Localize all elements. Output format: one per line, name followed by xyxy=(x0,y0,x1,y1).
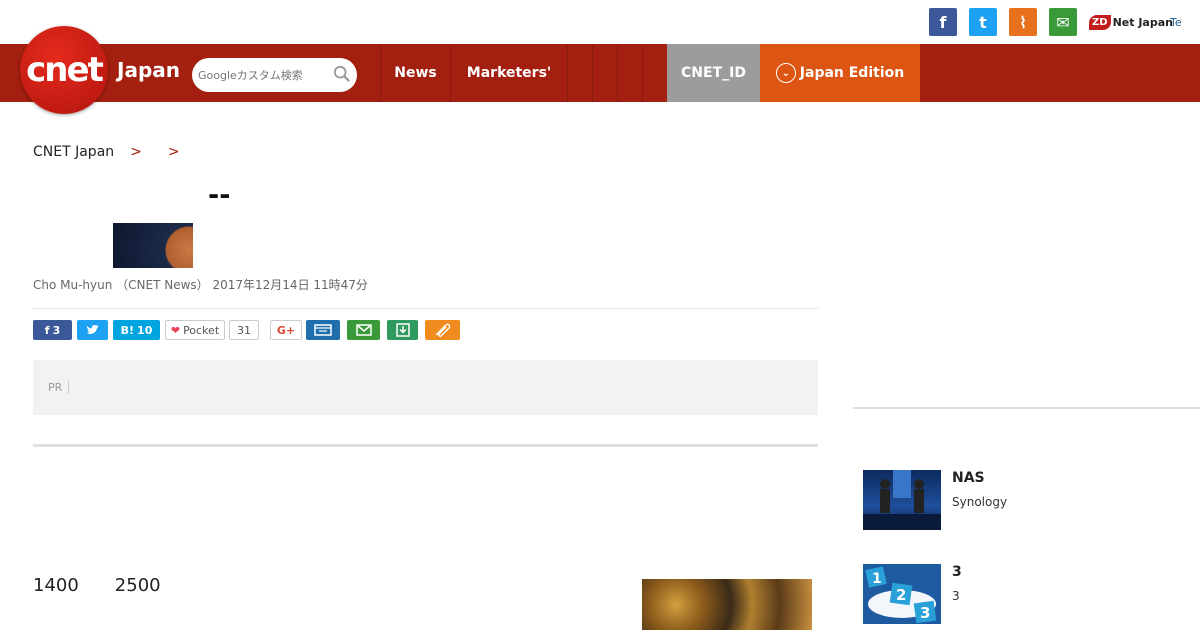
nav-cnet-id[interactable]: CNET_ID xyxy=(667,44,760,102)
paperclip-icon xyxy=(435,323,450,337)
article-image-coins xyxy=(642,579,812,630)
download-button[interactable] xyxy=(387,320,418,340)
sidebar-divider xyxy=(853,407,1200,409)
share-hatena-button[interactable]: B! 10 xyxy=(113,320,160,340)
facebook-icon: f xyxy=(44,323,50,337)
rss-icon[interactable]: ⌇ xyxy=(1009,8,1037,36)
divider xyxy=(33,308,818,309)
cnet-logo[interactable]: cnet xyxy=(20,26,108,114)
print-icon xyxy=(314,324,332,336)
search-box xyxy=(192,58,357,92)
mail-icon xyxy=(355,324,372,336)
search-input[interactable] xyxy=(198,68,328,82)
share-mail-button[interactable] xyxy=(347,320,380,340)
hatena-count: 10 xyxy=(137,323,153,337)
article-divider xyxy=(33,444,818,447)
breadcrumb-separator: > xyxy=(167,144,180,160)
nav-marketers[interactable]: Marketers' xyxy=(450,44,567,102)
article-byline: Cho Mu-hyun （CNET News） 2017年12月14日 11時4… xyxy=(33,278,368,292)
share-facebook-button[interactable]: f 3 xyxy=(33,320,72,340)
top-utility-bar: f t ⌇ ✉ ZD Net Japan Te xyxy=(0,0,1200,44)
mail-icon[interactable]: ✉ xyxy=(1049,8,1077,36)
clip-button[interactable] xyxy=(425,320,460,340)
twitter-icon xyxy=(86,324,99,334)
pocket-label: Pocket xyxy=(183,323,220,337)
svg-text:3: 3 xyxy=(920,604,930,622)
hatena-icon: B! xyxy=(120,323,135,337)
pocket-icon: ❤ xyxy=(170,323,181,337)
sidebar-item-title: NAS xyxy=(952,470,985,486)
pocket-count: 31 xyxy=(229,320,259,340)
nav-news[interactable]: News xyxy=(380,44,450,102)
breadcrumb: CNET Japan > > xyxy=(33,144,190,160)
zdnet-logo-text: Net Japan xyxy=(1112,15,1173,29)
zdnet-logo-mark: ZD xyxy=(1089,14,1111,30)
article-paragraph-3: 1400 2500 xyxy=(33,575,161,596)
nav-edition-selector[interactable]: ⌄ Japan Edition xyxy=(760,44,920,102)
sidebar-item-title: 3 xyxy=(952,564,962,580)
share-pocket-button[interactable]: ❤ Pocket xyxy=(165,320,225,340)
edition-label: Japan Edition xyxy=(799,65,905,81)
svg-text:2: 2 xyxy=(896,586,906,604)
share-googleplus-button[interactable]: G+ xyxy=(270,320,302,340)
nav-item-3[interactable] xyxy=(617,44,642,102)
nav-item-2[interactable] xyxy=(592,44,617,102)
chevron-down-icon: ⌄ xyxy=(775,63,796,83)
article-title: -- xyxy=(208,180,231,211)
pr-box[interactable]: PR xyxy=(33,360,818,415)
share-twitter-button[interactable] xyxy=(77,320,108,340)
svg-text:1: 1 xyxy=(872,571,882,587)
twitter-icon[interactable]: t xyxy=(969,8,997,36)
zdnet-japan-link[interactable]: ZD Net Japan xyxy=(1089,10,1173,34)
facebook-icon[interactable]: f xyxy=(929,8,957,36)
sidebar-item-image xyxy=(863,470,941,530)
search-icon[interactable] xyxy=(333,65,351,83)
pr-tag: PR xyxy=(48,381,70,394)
breadcrumb-home[interactable]: CNET Japan xyxy=(33,144,114,160)
print-button[interactable] xyxy=(306,320,340,340)
breadcrumb-separator: > xyxy=(130,144,142,160)
nav-item-1[interactable] xyxy=(567,44,592,102)
facebook-share-count: 3 xyxy=(52,323,61,337)
techrepublic-link[interactable]: Te xyxy=(1170,10,1182,34)
logo-region-label: Japan xyxy=(117,58,180,82)
sidebar-item-image: 1 2 3 xyxy=(863,564,941,624)
sidebar-item-description: 3 xyxy=(952,589,960,603)
nav-item-4[interactable] xyxy=(642,44,667,102)
sidebar-item-description: Synology xyxy=(952,495,1008,509)
download-icon xyxy=(395,323,410,337)
article-thumbnail xyxy=(113,223,193,268)
